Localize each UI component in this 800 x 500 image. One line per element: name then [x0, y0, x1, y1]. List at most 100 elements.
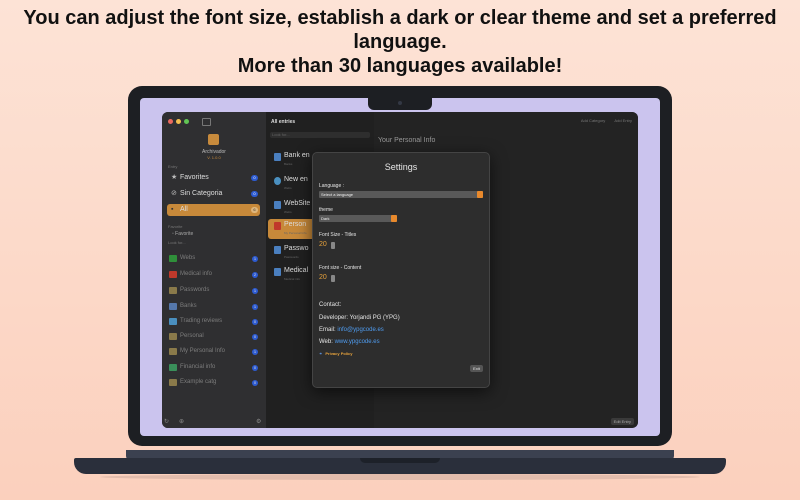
sidebar-item-label: Example catg: [180, 379, 217, 385]
app-logo: [208, 134, 219, 145]
sidebar: Archivador V. 1.0.0 Entry ★ Favorites 0 …: [162, 112, 266, 428]
document-icon: [274, 246, 281, 254]
sidebar-item-label: Passwords: [180, 287, 210, 293]
globe-icon: [274, 177, 281, 185]
folder-icon: [169, 379, 177, 386]
privacy-policy-label: Privacy Policy: [325, 351, 353, 356]
headline-line-2: language.: [353, 31, 447, 53]
add-category-button[interactable]: Add Category: [581, 118, 605, 123]
email-link[interactable]: info@ypgcode.es: [337, 327, 383, 333]
star-icon: ★: [171, 174, 178, 181]
sidebar-item-personal[interactable]: Personal 0: [167, 331, 260, 342]
folder-icon: [169, 287, 177, 294]
document-icon: [274, 153, 281, 161]
count-badge: 0: [251, 175, 258, 181]
sidebar-item-medical-info[interactable]: Medical info 2: [167, 269, 260, 280]
document-icon: [274, 201, 281, 209]
search-input[interactable]: Look for...: [270, 132, 370, 138]
add-icon[interactable]: ⊕: [179, 418, 184, 425]
font-size-titles-stepper[interactable]: [331, 242, 335, 249]
bank-icon: [169, 303, 177, 310]
minimize-window-button[interactable]: [176, 119, 181, 124]
sidebar-item-label: Trading reviews: [180, 318, 223, 324]
personal-icon: [274, 222, 281, 230]
close-window-button[interactable]: [168, 119, 173, 124]
entry-subtitle: My Personal Info: [284, 231, 307, 235]
app-window: Archivador V. 1.0.0 Entry ★ Favorites 0 …: [162, 112, 638, 428]
sidebar-item-label: Banks: [180, 303, 197, 309]
font-size-content-stepper[interactable]: [331, 275, 335, 282]
email-label: Email:: [319, 327, 336, 333]
settings-dialog: Settings Language : Select a language th…: [312, 152, 490, 388]
sidebar-item-label: Financial info: [180, 364, 216, 370]
font-size-titles-label: Font Size - Titles: [319, 232, 357, 238]
count-badge: 1: [252, 256, 258, 262]
entry-label: Person: [284, 221, 307, 228]
count-badge: 0: [252, 365, 258, 371]
theme-select[interactable]: Dark: [319, 215, 397, 222]
theme-label: theme: [319, 207, 333, 213]
font-size-content-label: Font size - Content: [319, 265, 362, 271]
entry-subtitle: Passwords: [284, 255, 299, 259]
entry-subtitle: Banks: [284, 162, 293, 166]
language-select[interactable]: Select a language: [319, 191, 483, 198]
camera-notch: [368, 98, 432, 110]
detail-toolbar: Add Category Add Entry: [573, 118, 632, 123]
link-icon: ⚭: [319, 351, 323, 356]
sidebar-item-label: All: [180, 206, 188, 213]
count-badge: 0: [252, 380, 258, 386]
count-badge: 0: [252, 334, 258, 340]
gear-icon[interactable]: ⚙: [256, 418, 261, 425]
chevron-down-icon: [477, 191, 483, 198]
edit-entry-button[interactable]: Edit Entry: [610, 418, 634, 425]
settings-title: Settings: [384, 162, 418, 172]
developer-text: Developer: Yorjandi PG (YPG): [319, 315, 400, 321]
entry-section-label: Entry: [168, 164, 178, 169]
sidebar-item-favorites[interactable]: ★ Favorites 0: [167, 172, 260, 184]
zoom-window-button[interactable]: [184, 119, 189, 124]
sidebar-item-passwords[interactable]: Passwords 1: [167, 285, 260, 296]
favorite-section-label: Favorite: [168, 224, 183, 229]
entry-label: Medical: [284, 267, 309, 274]
laptop-base-groove: [360, 458, 440, 463]
sidebar-item-label: Medical info: [180, 271, 213, 277]
sidebar-item-financial-info[interactable]: Financial info 0: [167, 362, 260, 373]
laptop-shadow: [100, 474, 700, 480]
sidebar-item-trading-reviews[interactable]: Trading reviews 0: [167, 316, 260, 327]
look-for-label: Look for...: [168, 240, 186, 245]
web-link[interactable]: www.ypgcode.es: [335, 339, 380, 345]
favorite-item-label: Favorite: [175, 231, 194, 237]
folder-icon: [169, 333, 177, 340]
chevron-down-icon: [391, 215, 397, 222]
add-entry-button[interactable]: Add Entry: [614, 118, 632, 123]
entry-subtitle: Webs: [284, 210, 292, 214]
entry-label: Passwo: [284, 245, 309, 252]
refresh-icon[interactable]: ↻: [164, 418, 169, 425]
count-badge: 6: [251, 207, 258, 213]
sidebar-item-label: Favorites: [180, 174, 209, 181]
medical-icon: [169, 271, 177, 278]
sidebar-item-banks[interactable]: Banks 1: [167, 301, 260, 312]
chart-icon: [169, 318, 177, 325]
camera-icon: [398, 101, 402, 105]
headline-line-1: You can adjust the font size, establish …: [23, 7, 777, 29]
stethoscope-icon: [274, 268, 281, 276]
shield-icon: [169, 364, 177, 371]
exit-button[interactable]: Exit: [470, 365, 483, 372]
sidebar-item-my-personal-info[interactable]: My Personal Info 1: [167, 346, 260, 357]
favorite-item[interactable]: ▫ Favorite: [172, 231, 193, 237]
email-row: Email: info@ypgcode.es: [319, 327, 384, 333]
entry-label: New en: [284, 176, 308, 183]
sidebar-item-sin-categoria[interactable]: ⊘ Sin Categoria 0: [167, 188, 260, 200]
sidebar-item-webs[interactable]: Webs 1: [167, 253, 260, 264]
count-badge: 1: [252, 304, 258, 310]
sidebar-toggle-icon[interactable]: [202, 118, 211, 126]
sidebar-item-all[interactable]: ▪ All 6: [167, 204, 260, 216]
entry-label: Bank en: [284, 152, 310, 159]
count-badge: 0: [251, 191, 258, 197]
sidebar-item-example-catg[interactable]: Example catg 0: [167, 377, 260, 388]
font-size-titles-value: 20: [319, 241, 327, 248]
detail-title: Your Personal Info: [378, 137, 436, 144]
privacy-policy-link[interactable]: ⚭ Privacy Policy: [319, 351, 353, 356]
headline: You can adjust the font size, establish …: [0, 6, 800, 78]
